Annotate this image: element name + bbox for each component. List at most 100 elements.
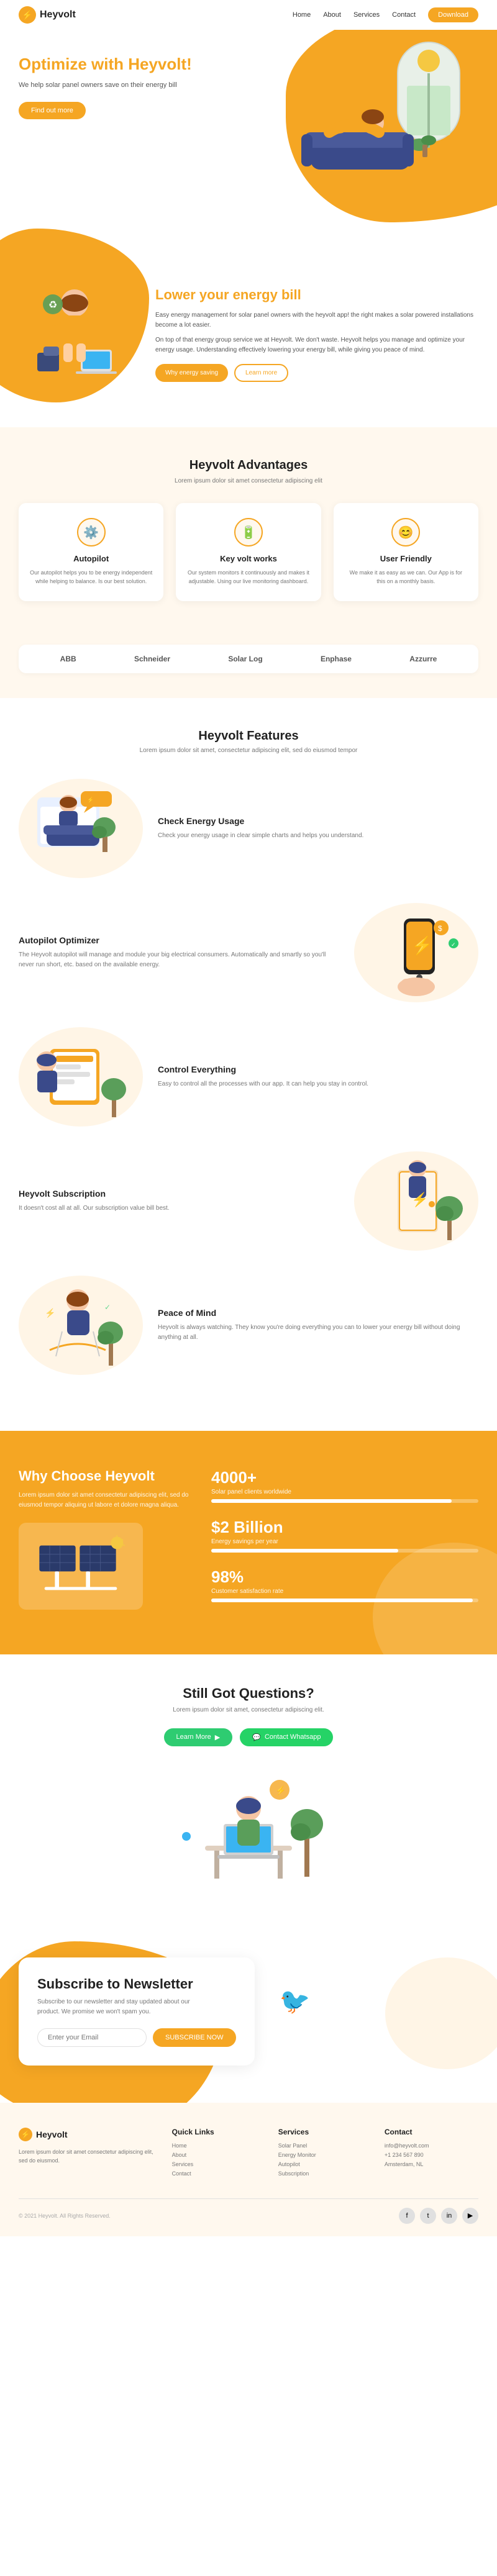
svg-text:✓: ✓	[451, 941, 456, 948]
adv-text-0: Our autopilot helps you to be energy ind…	[30, 568, 152, 586]
advantages-section: Heyvolt Advantages Lorem ipsum dolor sit…	[0, 427, 497, 632]
footer-link-2-0[interactable]: info@heyvolt.com	[385, 2143, 478, 2149]
stat-bar-0	[211, 1499, 478, 1503]
feature-desc-4: Heyvolt is always watching. They know yo…	[158, 1323, 478, 1343]
feature-ill-3: ⚡	[354, 1151, 478, 1251]
hero-illustration	[292, 36, 478, 210]
feature-item-0: ⚡ Check Energy Usage Check your energy u…	[19, 779, 478, 878]
partners-row: ABB Schneider Solar Log Enphase Azzurre	[19, 645, 478, 673]
footer-link-1-0[interactable]: Solar Panel	[278, 2143, 372, 2149]
lower-text: Lower your energy bill Easy energy manag…	[155, 287, 478, 382]
footer-col-title-0: Quick Links	[172, 2128, 266, 2136]
footer-logo: ⚡ Heyvolt	[19, 2128, 160, 2141]
footer-link-1-3[interactable]: Subscription	[278, 2170, 372, 2177]
stat-fill-2	[211, 1599, 473, 1602]
hero-cta-button[interactable]: Find out more	[19, 102, 86, 119]
footer-logo-icon: ⚡	[19, 2128, 32, 2141]
footer-link-2-1[interactable]: +1 234 567 890	[385, 2152, 478, 2158]
learn-more-button[interactable]: Learn More ▶	[164, 1728, 233, 1746]
footer-copyright: © 2021 Heyvolt. All Rights Reserved.	[19, 2213, 111, 2219]
feature-text-4: Peace of Mind Heyvolt is always watching…	[158, 1308, 478, 1343]
nav-contact[interactable]: Contact	[392, 11, 416, 19]
subscribe-title: Subscribe to Newsletter	[37, 1976, 236, 1992]
stat-label-2: Customer satisfaction rate	[211, 1588, 478, 1595]
nav-services[interactable]: Services	[353, 11, 380, 19]
why-content: Why Choose Heyvolt Lorem ipsum dolor sit…	[19, 1468, 478, 1617]
subscribe-submit-button[interactable]: SUBSCRIBE NOW	[153, 2028, 236, 2047]
logo: ⚡ Heyvolt	[19, 6, 76, 24]
adv-icon-2: 😊	[391, 518, 420, 546]
social-twitter[interactable]: t	[420, 2208, 436, 2224]
nav-home[interactable]: Home	[293, 11, 311, 19]
lower-btn2[interactable]: Learn more	[234, 364, 288, 382]
feature-item-1: ⚡ $ ✓ Autopilot Optimizer The Heyvolt au…	[19, 903, 478, 1002]
feature-title-4: Peace of Mind	[158, 1308, 478, 1318]
solar-svg	[31, 1535, 130, 1597]
contact-whatsapp-button[interactable]: 💬 Contact Whatsapp	[240, 1728, 333, 1746]
adv-text-2: We make it as easy as we can. Our App is…	[345, 568, 467, 586]
footer-link-0-3[interactable]: Contact	[172, 2170, 266, 2177]
feature-text-3: Heyvolt Subscription It doesn't cost all…	[19, 1189, 339, 1213]
footer-bottom: © 2021 Heyvolt. All Rights Reserved. f t…	[19, 2198, 478, 2224]
download-button[interactable]: Download	[428, 7, 478, 22]
partner-2: Solar Log	[228, 655, 262, 663]
feature-desc-3: It doesn't cost all at all. Our subscrip…	[19, 1204, 339, 1213]
features-subtitle: Lorem ipsum dolor sit amet, consectetur …	[19, 747, 478, 754]
svg-text:⚡: ⚡	[87, 796, 94, 804]
why-choose-section: Why Choose Heyvolt Lorem ipsum dolor sit…	[0, 1431, 497, 1654]
logo-text: Heyvolt	[40, 9, 76, 20]
adv-icon-1: 🔋	[234, 518, 263, 546]
adv-title-1: Key volt works	[187, 554, 309, 563]
stat-number-0: 4000+	[211, 1468, 478, 1487]
partner-4: Azzurre	[409, 655, 437, 663]
footer-brand-text: Lorem ipsum dolor sit amet consectetur a…	[19, 2147, 160, 2166]
stat-fill-0	[211, 1499, 452, 1503]
nav-about[interactable]: About	[323, 11, 341, 19]
lower-para2: On top of that energy group service we a…	[155, 335, 478, 355]
stat-item-2: 98% Customer satisfaction rate	[211, 1567, 478, 1602]
lower-buttons: Why energy saving Learn more	[155, 364, 478, 382]
footer-link-0-0[interactable]: Home	[172, 2143, 266, 2149]
subscribe-email-input[interactable]	[37, 2028, 147, 2047]
partner-3: Enphase	[321, 655, 352, 663]
feature-ill-0: ⚡	[19, 779, 143, 878]
lower-svg: ♻	[19, 266, 130, 402]
questions-section: Still Got Questions? Lorem ipsum dolor s…	[0, 1654, 497, 1920]
footer-link-0-2[interactable]: Services	[172, 2161, 266, 2167]
why-text: Lorem ipsum dolor sit amet consectetur a…	[19, 1490, 193, 1510]
footer-col-title-1: Services	[278, 2128, 372, 2136]
hero-subtitle: We help solar panel owners save on their…	[19, 80, 217, 91]
feature-title-3: Heyvolt Subscription	[19, 1189, 339, 1199]
advantages-subtitle: Lorem ipsum dolor sit amet consectetur a…	[19, 478, 478, 484]
lower-energy-section: ♻ Lower your energy bill Easy energy man…	[0, 229, 497, 427]
stat-bar-1	[211, 1549, 478, 1553]
adv-icon-0: ⚙️	[77, 518, 106, 546]
why-right: 4000+ Solar panel clients worldwide $2 B…	[211, 1468, 478, 1617]
footer-link-0-1[interactable]: About	[172, 2152, 266, 2158]
footer-col-title-2: Contact	[385, 2128, 478, 2136]
footer-link-2-2[interactable]: Amsterdam, NL	[385, 2161, 478, 2167]
footer-link-1-1[interactable]: Energy Monitor	[278, 2152, 372, 2158]
feature-title-0: Check Energy Usage	[158, 816, 478, 826]
subscribe-section: Subscribe to Newsletter Subscribe to our…	[0, 1920, 497, 2103]
advantages-cards: ⚙️ Autopilot Our autopilot helps you to …	[19, 503, 478, 601]
adv-title-0: Autopilot	[30, 554, 152, 563]
lower-title: Lower your energy bill	[155, 287, 478, 303]
feature-svg-4: ⚡ ✓	[31, 1282, 130, 1369]
questions-svg: ⚡	[155, 1765, 342, 1889]
social-linkedin[interactable]: in	[441, 2208, 457, 2224]
lower-btn1[interactable]: Why energy saving	[155, 364, 228, 382]
adv-text-1: Our system monitors it continuously and …	[187, 568, 309, 586]
footer-link-1-2[interactable]: Autopilot	[278, 2161, 372, 2167]
stat-label-0: Solar panel clients worldwide	[211, 1489, 478, 1495]
svg-text:⚡: ⚡	[411, 1192, 428, 1208]
social-youtube[interactable]: ▶	[462, 2208, 478, 2224]
footer-col-2: Contact info@heyvolt.com +1 234 567 890 …	[385, 2128, 478, 2180]
footer-col-0: Quick Links Home About Services Contact	[172, 2128, 266, 2180]
hero-section: Optimize with Heyvolt! We help solar pan…	[0, 30, 497, 229]
social-facebook[interactable]: f	[399, 2208, 415, 2224]
footer-brand: ⚡ Heyvolt Lorem ipsum dolor sit amet con…	[19, 2128, 160, 2180]
stat-label-1: Energy savings per year	[211, 1538, 478, 1545]
advantages-title: Heyvolt Advantages	[19, 458, 478, 473]
lower-para1: Easy energy management for solar panel o…	[155, 311, 478, 330]
